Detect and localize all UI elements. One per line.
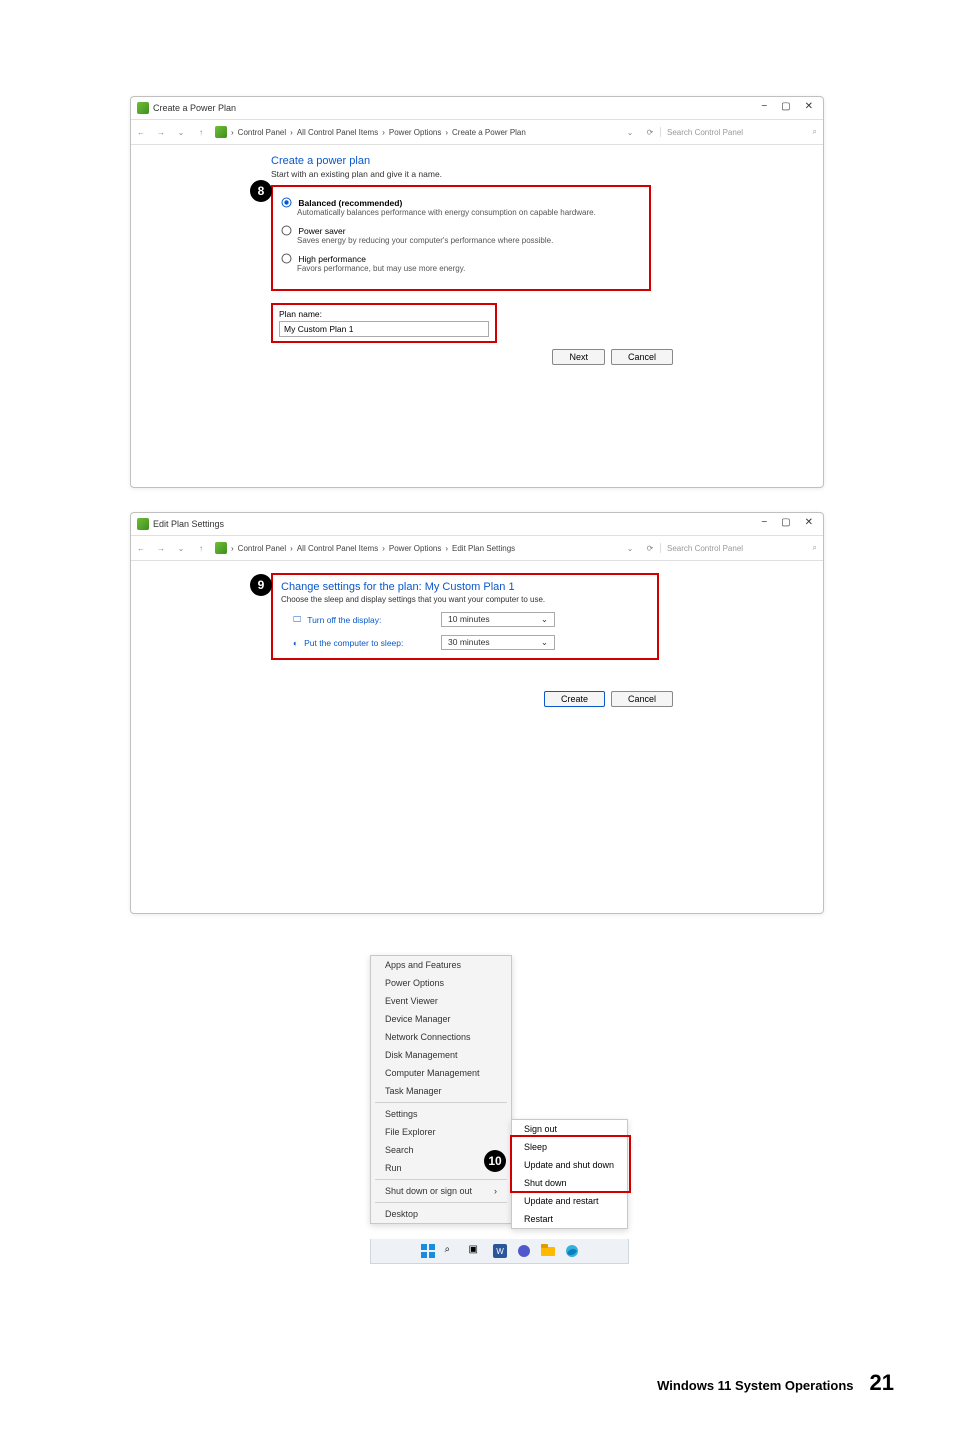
search-icon: ⌕ (813, 127, 817, 137)
callout-8: 8 (250, 180, 272, 202)
breadcrumb[interactable]: ›Control Panel ›All Control Panel Items … (231, 128, 620, 137)
menu-network-connections[interactable]: Network Connections (371, 1028, 511, 1046)
close-icon[interactable]: ✕ (805, 101, 813, 112)
power-options-icon (137, 102, 149, 114)
footer-text: Windows 11 System Operations (657, 1378, 853, 1393)
search-icon: ⌕ (813, 543, 817, 553)
menu-power-options[interactable]: Power Options (371, 974, 511, 992)
back-button[interactable]: ← (131, 128, 151, 137)
titlebar: Edit Plan Settings (131, 513, 823, 535)
power-options-icon (137, 518, 149, 530)
menu-device-manager[interactable]: Device Manager (371, 1010, 511, 1028)
svg-text:W: W (496, 1247, 504, 1256)
address-bar: ← → ⌄ ↑ ›Control Panel ›All Control Pane… (131, 119, 823, 145)
up-button[interactable]: ↑ (191, 544, 211, 553)
cancel-button[interactable]: Cancel (611, 349, 673, 365)
titlebar: Create a Power Plan (131, 97, 823, 119)
radio-power-saver[interactable]: Power saver Saves energy by reducing you… (281, 225, 641, 245)
sleep-shutdown-highlight (510, 1135, 631, 1193)
breadcrumb[interactable]: ›Control Panel ›All Control Panel Items … (231, 544, 620, 553)
page-number: 21 (870, 1370, 894, 1396)
menu-file-explorer[interactable]: File Explorer (371, 1123, 511, 1141)
page-subheading: Choose the sleep and display settings th… (281, 595, 649, 604)
menu-shutdown-signout[interactable]: Shut down or sign out› (371, 1182, 511, 1200)
minimize-icon[interactable]: − (761, 101, 767, 112)
moon-icon: ◐ (293, 638, 298, 648)
start-icon[interactable] (421, 1244, 435, 1258)
sleep-timeout-row: ◐ Put the computer to sleep: 30 minutes⌄ (293, 635, 649, 650)
explorer-icon[interactable] (541, 1244, 555, 1258)
taskview-icon[interactable]: ▣ (469, 1244, 483, 1258)
menu-settings[interactable]: Settings (371, 1105, 511, 1123)
menu-separator (375, 1179, 507, 1180)
create-button[interactable]: Create (544, 691, 605, 707)
callout-10: 10 (484, 1150, 506, 1172)
window-title: Create a Power Plan (153, 103, 236, 113)
word-icon[interactable]: W (493, 1244, 507, 1258)
window-title: Edit Plan Settings (153, 519, 224, 529)
menu-event-viewer[interactable]: Event Viewer (371, 992, 511, 1010)
menu-disk-management[interactable]: Disk Management (371, 1046, 511, 1064)
window-create-power-plan: Create a Power Plan − ▢ ✕ ← → ⌄ ↑ ›Contr… (130, 96, 824, 488)
up-button[interactable]: ↑ (191, 128, 211, 137)
submenu-restart[interactable]: Restart (512, 1210, 627, 1228)
recent-locations[interactable]: ⌄ (171, 128, 191, 137)
sleep-timeout-dropdown[interactable]: 30 minutes⌄ (441, 635, 555, 650)
menu-task-manager[interactable]: Task Manager (371, 1082, 511, 1100)
search-input[interactable]: Search Control Panel ⌕ (660, 543, 823, 553)
forward-button[interactable]: → (151, 544, 171, 553)
display-timeout-label: 🖵 Turn off the display: (293, 614, 423, 625)
plan-templates-group: Balanced (recommended) Automatically bal… (271, 185, 651, 291)
page-subheading: Start with an existing plan and give it … (271, 169, 793, 179)
chevron-down-icon: ⌄ (541, 637, 548, 648)
chevron-down-icon: ⌄ (541, 614, 548, 625)
search-input[interactable]: Search Control Panel ⌕ (660, 127, 823, 137)
search-icon[interactable]: ⌕ (445, 1244, 459, 1258)
address-bar: ← → ⌄ ↑ ›Control Panel ›All Control Pane… (131, 535, 823, 561)
maximize-icon[interactable]: ▢ (781, 517, 790, 528)
display-timeout-dropdown[interactable]: 10 minutes⌄ (441, 612, 555, 627)
maximize-icon[interactable]: ▢ (781, 101, 790, 112)
radio-high-performance[interactable]: High performance Favors performance, but… (281, 253, 641, 273)
close-icon[interactable]: ✕ (805, 517, 813, 528)
page-heading: Create a power plan (271, 155, 793, 167)
refresh-button[interactable]: ⟳ (640, 128, 660, 137)
refresh-button[interactable]: ⟳ (640, 544, 660, 553)
menu-desktop[interactable]: Desktop (371, 1205, 511, 1223)
menu-separator (375, 1202, 507, 1203)
chevron-right-icon: › (494, 1186, 497, 1196)
dropdown-icon[interactable]: ⌄ (620, 128, 640, 137)
page-heading: Change settings for the plan: My Custom … (281, 581, 649, 593)
cancel-button[interactable]: Cancel (611, 691, 673, 707)
menu-apps-features[interactable]: Apps and Features (371, 956, 511, 974)
back-button[interactable]: ← (131, 544, 151, 553)
recent-locations[interactable]: ⌄ (171, 544, 191, 553)
submenu-update-restart[interactable]: Update and restart (512, 1192, 627, 1210)
display-timeout-row: 🖵 Turn off the display: 10 minutes⌄ (293, 612, 649, 627)
plan-name-input[interactable] (279, 321, 489, 337)
plan-settings-group: Change settings for the plan: My Custom … (271, 573, 659, 660)
dropdown-icon[interactable]: ⌄ (620, 544, 640, 553)
teams-icon[interactable] (517, 1244, 531, 1258)
control-panel-icon (215, 126, 227, 138)
taskbar[interactable]: ⌕ ▣ W (370, 1239, 629, 1264)
forward-button[interactable]: → (151, 128, 171, 137)
radio-balanced[interactable]: Balanced (recommended) Automatically bal… (281, 197, 641, 217)
menu-separator (375, 1102, 507, 1103)
minimize-icon[interactable]: − (761, 517, 767, 528)
control-panel-icon (215, 542, 227, 554)
winx-menu[interactable]: Apps and Features Power Options Event Vi… (370, 955, 512, 1224)
menu-computer-management[interactable]: Computer Management (371, 1064, 511, 1082)
sleep-timeout-label: ◐ Put the computer to sleep: (293, 638, 423, 648)
edge-icon[interactable] (565, 1244, 579, 1258)
window-edit-plan-settings: Edit Plan Settings − ▢ ✕ ← → ⌄ ↑ ›Contro… (130, 512, 824, 914)
page-footer: Windows 11 System Operations 21 (657, 1370, 894, 1396)
display-icon: 🖵 (293, 614, 301, 625)
plan-name-group: Plan name: (271, 303, 497, 343)
plan-name-label: Plan name: (279, 309, 489, 319)
callout-9: 9 (250, 574, 272, 596)
next-button[interactable]: Next (552, 349, 605, 365)
